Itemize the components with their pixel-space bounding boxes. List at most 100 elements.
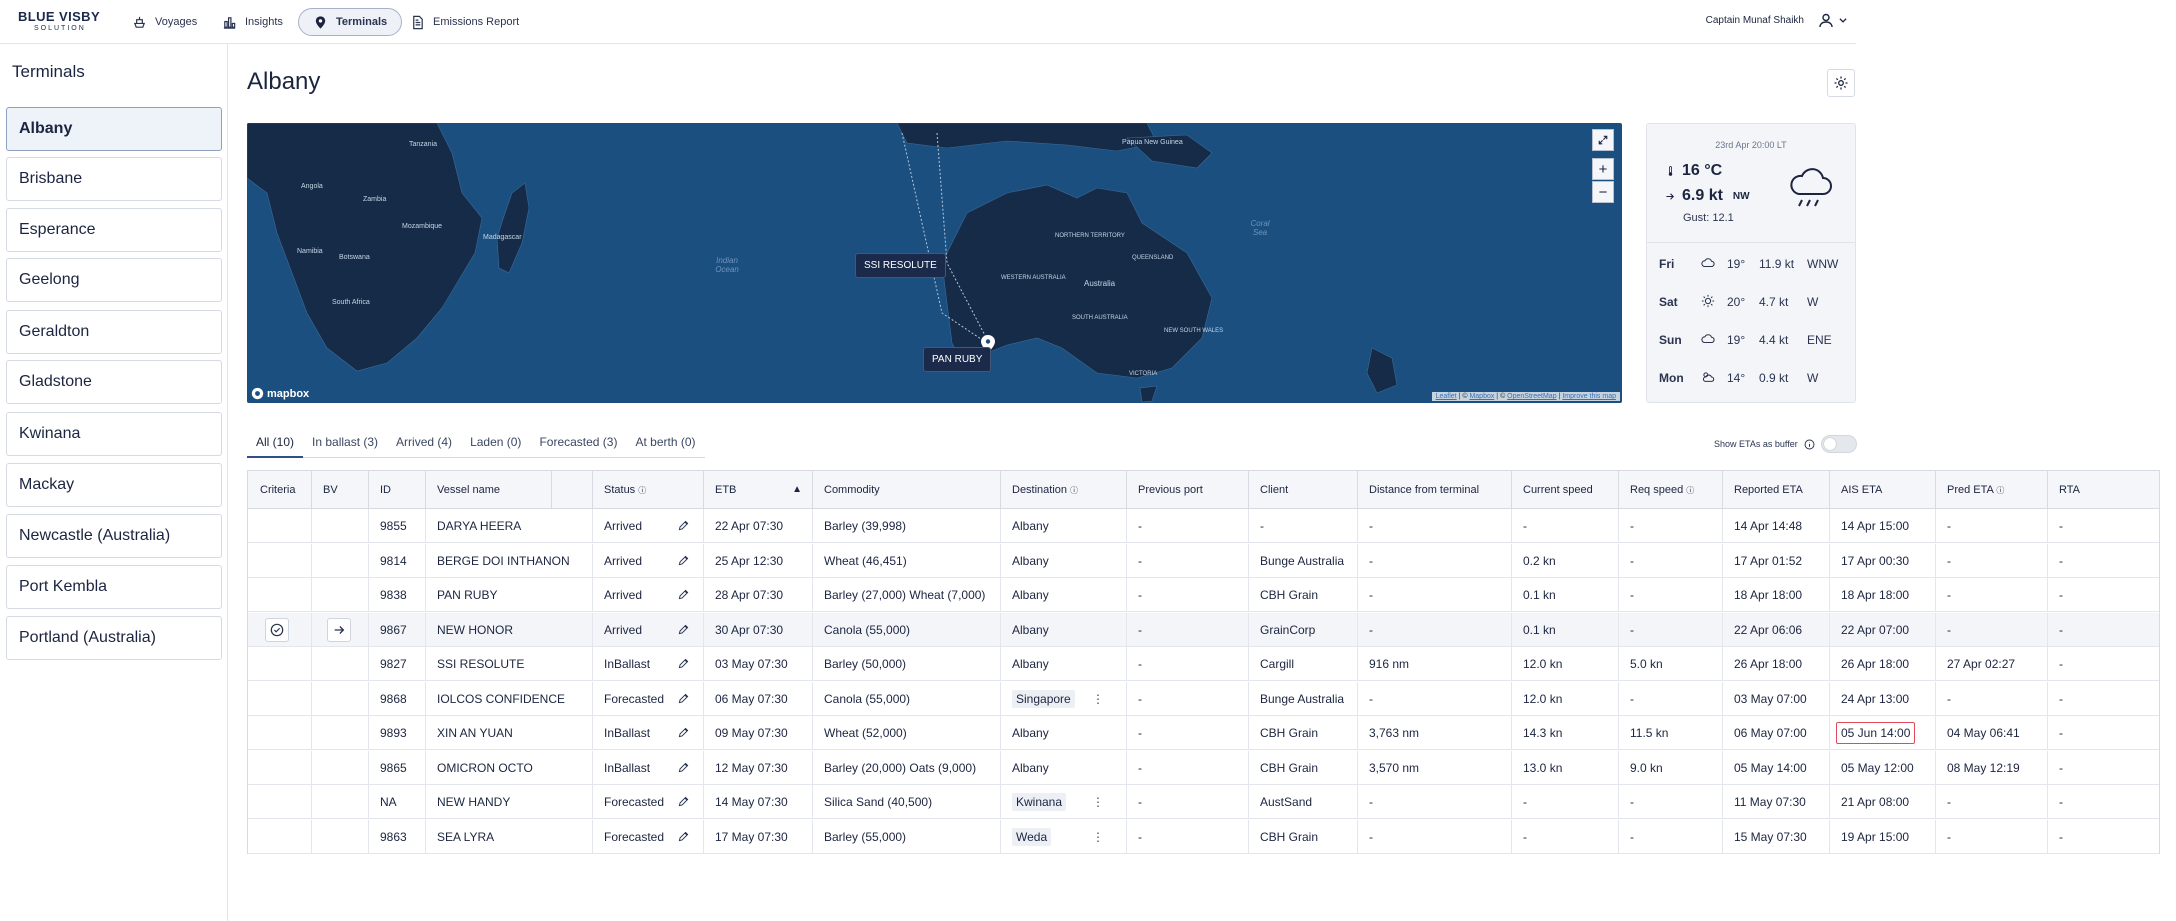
nav-terminals[interactable]: Terminals: [298, 8, 403, 36]
table-row[interactable]: 9867 NEW HONOR Arrived 30 Apr 07:30 Canola (…: [248, 612, 2159, 647]
destination-chip[interactable]: Singapore: [1012, 689, 1075, 708]
edit-pencil-icon[interactable]: [678, 796, 689, 807]
mapbox-link[interactable]: Mapbox: [1469, 393, 1494, 400]
user-menu[interactable]: Captain Munaf Shaikh: [1706, 12, 1848, 28]
column-header-status[interactable]: Status ⓘ: [592, 471, 703, 509]
terminal-item-mackay[interactable]: Mackay: [6, 463, 222, 507]
table-row[interactable]: 9838 PAN RUBY Arrived 28 Apr 07:30 Barley (2…: [248, 578, 2159, 612]
tab-forecasted[interactable]: Forecasted (3): [530, 432, 626, 458]
terminal-item-brisbane[interactable]: Brisbane: [6, 157, 222, 201]
nav-emissions-report[interactable]: Emissions Report: [396, 8, 533, 36]
destination-chip[interactable]: Weda: [1012, 827, 1052, 846]
more-options-icon[interactable]: ⋮: [1092, 785, 1104, 819]
eta-buffer-toggle[interactable]: [1820, 435, 1857, 453]
column-header-current-speed[interactable]: Current speed: [1511, 471, 1618, 509]
column-header-criteria[interactable]: Criteria: [248, 471, 311, 509]
commodity-cell: Silica Sand (40,500): [812, 785, 1000, 819]
status-cell: Arrived: [592, 543, 703, 578]
column-header-req-speed[interactable]: Req speed ⓘ: [1618, 471, 1722, 509]
tab-all[interactable]: All (10): [247, 432, 304, 458]
terminal-item-port-kembla[interactable]: Port Kembla: [6, 565, 222, 609]
tab-in-ballast[interactable]: In ballast (3): [303, 432, 387, 458]
terminal-item-newcastle[interactable]: Newcastle (Australia): [6, 514, 222, 558]
criteria-check-button[interactable]: [265, 617, 289, 642]
forecast-row: Sat 20° 4.7 kt W: [1659, 294, 1819, 309]
column-header-ais-eta[interactable]: AIS ETA: [1829, 471, 1935, 509]
destination-chip[interactable]: Kwinana: [1012, 793, 1067, 811]
top-navigation: BLUE VISBY SOLUTION Voyages Insights Ter…: [0, 0, 1856, 44]
edit-pencil-icon[interactable]: [678, 624, 689, 635]
info-icon[interactable]: [1804, 439, 1815, 450]
zoom-out-button[interactable]: −: [1592, 181, 1614, 203]
table-row[interactable]: 9863 SEA LYRA Forecasted 17 May 07:30 Barley…: [248, 819, 2159, 854]
arrow-right-icon: [334, 625, 345, 634]
zoom-in-button[interactable]: +: [1592, 158, 1614, 180]
map-label-victoria: VICTORIA: [1129, 371, 1158, 377]
fullscreen-button[interactable]: [1592, 129, 1614, 151]
column-header-destination[interactable]: Destination ⓘ: [1000, 471, 1126, 509]
edit-pencil-icon[interactable]: [678, 831, 689, 842]
mapbox-logo[interactable]: mapbox: [251, 387, 309, 400]
terminal-item-albany[interactable]: Albany: [6, 107, 222, 151]
vessel-tag-ssi-resolute[interactable]: SSI RESOLUTE: [855, 253, 946, 278]
edit-pencil-icon[interactable]: [678, 762, 689, 773]
tab-arrived[interactable]: Arrived (4): [387, 432, 461, 458]
leaflet-link[interactable]: Leaflet: [1436, 393, 1457, 400]
osm-link[interactable]: OpenStreetMap: [1507, 393, 1556, 400]
terminal-item-geelong[interactable]: Geelong: [6, 258, 222, 302]
distance-cell: -: [1357, 681, 1511, 716]
terminal-item-gladstone[interactable]: Gladstone: [6, 360, 222, 404]
user-avatar[interactable]: [1818, 12, 1848, 28]
terminal-item-geraldton[interactable]: Geraldton: [6, 310, 222, 354]
terminal-item-portland[interactable]: Portland (Australia): [6, 616, 222, 660]
settings-button[interactable]: [1827, 69, 1855, 97]
table-row[interactable]: 9855 DARYA HEERA Arrived 22 Apr 07:30 Barley…: [248, 509, 2159, 543]
table-row[interactable]: NA NEW HANDY Forecasted 14 May 07:30 Silica …: [248, 785, 2159, 819]
column-header-rta[interactable]: RTA: [2047, 471, 2159, 509]
edit-pencil-icon[interactable]: [678, 658, 689, 669]
table-row[interactable]: 9868 IOLCOS CONFIDENCE Forecasted 06 May 07…: [248, 681, 2159, 716]
column-header-commodity[interactable]: Commodity: [812, 471, 1000, 509]
table-row[interactable]: 9893 XIN AN YUAN InBallast 09 May 07:30 Whea…: [248, 716, 2159, 750]
brand-logo[interactable]: BLUE VISBY SOLUTION: [18, 10, 100, 32]
id-cell: 9863: [368, 819, 425, 854]
tab-at-berth[interactable]: At berth (0): [626, 432, 704, 458]
etb-cell: 09 May 07:30: [703, 716, 812, 750]
more-options-icon[interactable]: ⋮: [1092, 820, 1104, 854]
improve-map-link[interactable]: Improve this map: [1562, 393, 1616, 400]
vessel-name-cell: NEW HANDY: [425, 785, 592, 819]
more-options-icon[interactable]: ⋮: [1092, 682, 1104, 716]
etb-cell: 30 Apr 07:30: [703, 612, 812, 647]
table-row[interactable]: 9865 OMICRON OCTO InBallast 12 May 07:30 Bar…: [248, 750, 2159, 785]
terminal-item-esperance[interactable]: Esperance: [6, 208, 222, 252]
table-row[interactable]: 9827 SSI RESOLUTE InBallast 03 May 07:30 Bar…: [248, 647, 2159, 681]
edit-pencil-icon[interactable]: [678, 555, 689, 566]
client-cell: CBH Grain: [1248, 750, 1357, 785]
terminal-item-kwinana[interactable]: Kwinana: [6, 412, 222, 456]
terminal-map[interactable]: Tanzania Angola Zambia Mozambique Namibi…: [247, 123, 1622, 403]
column-header-reported-eta[interactable]: Reported ETA: [1722, 471, 1829, 509]
column-header-bv[interactable]: BV: [311, 471, 368, 509]
vessel-tag-pan-ruby[interactable]: PAN RUBY: [923, 347, 992, 372]
ais-eta-warning: 05 Jun 14:00: [1836, 722, 1916, 744]
vessel-name-cell: OMICRON OCTO: [425, 750, 592, 785]
table-row[interactable]: 9814 BERGE DOI INTHANON Arrived 25 Apr 12:3…: [248, 543, 2159, 578]
edit-pencil-icon[interactable]: [678, 727, 689, 738]
nav-voyages[interactable]: Voyages: [118, 8, 211, 36]
client-cell: Bunge Australia: [1248, 681, 1357, 716]
column-header-client[interactable]: Client: [1248, 471, 1357, 509]
edit-pencil-icon[interactable]: [678, 589, 689, 600]
document-icon: [413, 15, 423, 29]
id-cell: NA: [368, 785, 425, 819]
edit-pencil-icon[interactable]: [678, 520, 689, 531]
edit-pencil-icon[interactable]: [678, 693, 689, 704]
column-header-distance[interactable]: Distance from terminal: [1357, 471, 1511, 509]
nav-insights[interactable]: Insights: [208, 8, 297, 36]
destination-cell: Albany: [1000, 509, 1126, 543]
tab-laden[interactable]: Laden (0): [461, 432, 530, 458]
column-header-pred-eta[interactable]: Pred ETA ⓘ: [1935, 471, 2047, 509]
open-vessel-button[interactable]: [327, 617, 351, 642]
column-header-vessel-name[interactable]: Vessel name: [425, 471, 551, 509]
column-header-etb[interactable]: ETB ▲: [703, 471, 812, 509]
column-header-id[interactable]: ID: [368, 471, 425, 509]
